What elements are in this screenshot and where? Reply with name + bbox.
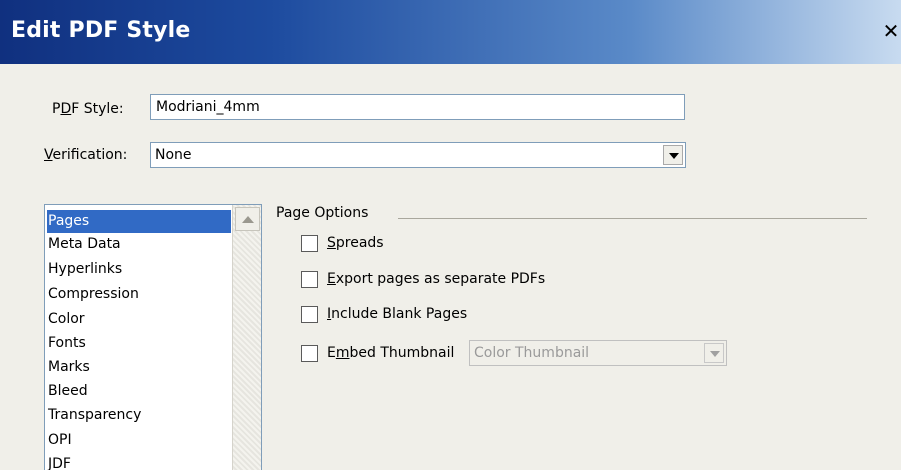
- category-marks[interactable]: Marks: [47, 356, 231, 379]
- category-list[interactable]: Pages Meta Data Hyperlinks Compression C…: [44, 204, 262, 470]
- category-transparency[interactable]: Transparency: [47, 404, 231, 427]
- verification-value: None: [155, 147, 192, 163]
- category-meta-data[interactable]: Meta Data: [47, 233, 231, 256]
- include-blank-label[interactable]: Include Blank Pages: [327, 306, 467, 322]
- verification-select[interactable]: None: [150, 142, 686, 168]
- scroll-up-icon[interactable]: [235, 207, 260, 231]
- category-hyperlinks[interactable]: Hyperlinks: [47, 258, 231, 281]
- embed-thumbnail-label[interactable]: Embed Thumbnail: [327, 345, 454, 361]
- category-color[interactable]: Color: [47, 308, 231, 331]
- export-separate-checkbox[interactable]: [301, 271, 318, 288]
- chevron-down-icon[interactable]: [663, 145, 683, 165]
- dialog-title: Edit PDF Style: [11, 18, 191, 43]
- group-divider: [398, 218, 867, 219]
- close-button[interactable]: ✕: [881, 18, 901, 44]
- close-icon: ✕: [882, 19, 900, 43]
- title-bar: Edit PDF Style ✕: [0, 0, 901, 64]
- verification-label: Verification:: [44, 147, 128, 163]
- export-separate-label[interactable]: Export pages as separate PDFs: [327, 271, 545, 287]
- category-pages[interactable]: Pages: [47, 210, 231, 233]
- spreads-label[interactable]: Spreads: [327, 235, 384, 251]
- category-fonts[interactable]: Fonts: [47, 332, 231, 355]
- category-compression[interactable]: Compression: [47, 283, 231, 306]
- list-scrollbar[interactable]: [232, 205, 261, 470]
- category-opi[interactable]: OPI: [47, 429, 231, 452]
- spreads-checkbox[interactable]: [301, 235, 318, 252]
- thumbnail-type-select: Color Thumbnail: [469, 340, 727, 366]
- chevron-down-icon: [704, 343, 724, 363]
- thumbnail-type-value: Color Thumbnail: [474, 345, 590, 361]
- pdf-style-label: PDF Style:: [52, 101, 124, 117]
- embed-thumbnail-checkbox[interactable]: [301, 345, 318, 362]
- category-bleed[interactable]: Bleed: [47, 380, 231, 403]
- pdf-style-input[interactable]: [150, 94, 685, 120]
- category-jdf[interactable]: JDF: [47, 453, 231, 470]
- include-blank-checkbox[interactable]: [301, 306, 318, 323]
- page-options-title: Page Options: [276, 205, 369, 221]
